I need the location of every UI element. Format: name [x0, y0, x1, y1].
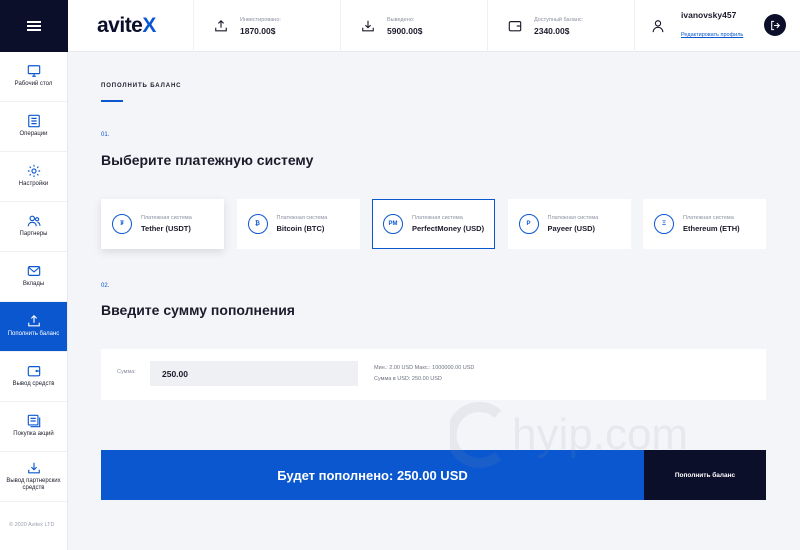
amount-limits: Мин.: 2.00 USD Макс.: 1000000.00 USD Сум…	[374, 363, 474, 385]
sidebar-item-label: Настройки	[18, 181, 49, 188]
payment-label: Платежная система	[683, 215, 734, 221]
payment-name: Tether (USDT)	[141, 224, 191, 233]
amount-input[interactable]	[150, 361, 358, 386]
sidebar-item-label: Партнеры	[19, 231, 48, 238]
payment-label: Платежная система	[141, 215, 192, 221]
amount-label: Сумма:	[117, 369, 136, 375]
step1-title: Выберите платежную систему	[101, 152, 314, 168]
users-icon	[27, 215, 41, 227]
sidebar-item-settings[interactable]: Настройки	[0, 152, 67, 202]
step1-number: 01.	[101, 132, 110, 138]
step2-number: 02.	[101, 283, 110, 289]
sidebar-item-label: Вклады	[22, 281, 45, 288]
payment-label: Платежная система	[412, 215, 463, 221]
payment-name: Ethereum (ETH)	[683, 224, 740, 233]
limits-min-max: Мин.: 2.00 USD Макс.: 1000000.00 USD	[374, 365, 475, 371]
logout-icon	[770, 20, 780, 30]
payment-card-btc[interactable]: ₿ Платежная система Bitcoin (BTC)	[236, 199, 360, 249]
download-icon	[362, 20, 374, 32]
sidebar-item-label: Операции	[19, 131, 48, 138]
sidebar-item-withdraw-partner[interactable]: Вывод партнерских средств	[0, 452, 67, 502]
monitor-icon	[27, 65, 40, 78]
upload-icon	[27, 315, 40, 327]
user-panel: ivanovsky457 Редактировать профиль	[635, 0, 800, 51]
payment-name: PerfectMoney (USD)	[412, 224, 485, 233]
payeer-icon: P	[518, 214, 539, 234]
top-up-submit-button[interactable]: Пополнить баланс	[644, 450, 766, 500]
list-icon	[27, 114, 40, 128]
sidebar-item-label: Вывод партнерских средств	[6, 477, 61, 492]
stat-value: 1870.00$	[240, 25, 276, 36]
payment-card-payeer[interactable]: P Платежная система Payeer (USD)	[507, 199, 631, 249]
amount-panel: Сумма: Мин.: 2.00 USD Макс.: 1000000.00 …	[101, 349, 766, 400]
wallet-icon	[27, 366, 40, 377]
stat-balance: Доступный баланс: 2340.00$	[488, 0, 635, 52]
stat-value: 5900.00$	[387, 25, 423, 36]
stat-value: 2340.00$	[534, 25, 570, 36]
sidebar-item-label: Вывод средств	[12, 381, 55, 388]
limits-usd-sum: Сумма в USD: 250.00 USD	[374, 376, 442, 382]
payment-card-perfectmoney[interactable]: PM Платежная система PerfectMoney (USD)	[372, 199, 495, 249]
sidebar-item-top-up[interactable]: Пополнить баланс	[0, 302, 67, 352]
sidebar-item-buy-shares[interactable]: Покупка акций	[0, 402, 67, 452]
perfectmoney-icon: PM	[383, 214, 403, 234]
stat-label: Доступный баланс:	[534, 16, 584, 23]
logo[interactable]: aviteX	[68, 0, 194, 52]
upload-icon	[215, 19, 227, 32]
total-amount-text: Будет пополнено: 250.00 USD	[277, 467, 468, 483]
username: ivanovsky457	[681, 10, 737, 20]
sidebar-item-dashboard[interactable]: Рабочий стол	[0, 52, 67, 102]
hamburger-menu-button[interactable]	[0, 0, 68, 52]
shares-icon	[27, 414, 40, 428]
user-icon	[652, 19, 664, 32]
mail-icon	[27, 266, 40, 277]
wallet-icon	[508, 21, 522, 32]
header: aviteX Инвестировано: 1870.00$ Выведено:…	[68, 0, 800, 52]
ethereum-icon: Ξ	[654, 214, 674, 234]
copyright: © 2020 Avitex LTD	[9, 522, 55, 528]
edit-profile-link[interactable]: Редактировать профиль	[681, 32, 743, 38]
sidebar-item-deposits[interactable]: Вклады	[0, 252, 67, 302]
section-title: ПОПОЛНИТЬ БАЛАНС	[101, 83, 182, 89]
sidebar-item-label: Пополнить баланс	[7, 331, 60, 338]
sidebar: Рабочий стол Операции Настройки Партнеры…	[0, 0, 68, 550]
logo-accent: X	[142, 14, 156, 37]
payment-card-eth[interactable]: Ξ Платежная система Ethereum (ETH)	[643, 199, 766, 249]
sidebar-item-partners[interactable]: Партнеры	[0, 202, 67, 252]
sidebar-item-operations[interactable]: Операции	[0, 102, 67, 152]
payment-name: Bitcoin (BTC)	[276, 224, 325, 233]
sidebar-item-withdraw[interactable]: Вывод средств	[0, 352, 67, 402]
download-icon	[27, 462, 40, 473]
gear-icon	[27, 165, 40, 178]
step2-title: Введите сумму пополнения	[101, 302, 295, 318]
stat-label: Инвестировано:	[240, 16, 281, 23]
tether-icon: ₮	[112, 214, 132, 234]
payment-card-usdt[interactable]: ₮ Платежная система Tether (USDT)	[101, 199, 224, 249]
stat-label: Выведено:	[387, 16, 415, 23]
logo-main: avite	[97, 14, 143, 37]
logout-button[interactable]	[764, 14, 786, 36]
stat-invested: Инвестировано: 1870.00$	[194, 0, 341, 52]
stat-withdrawn: Выведено: 5900.00$	[341, 0, 488, 52]
hamburger-icon	[27, 21, 41, 31]
section-underline	[101, 100, 123, 102]
sidebar-item-label: Покупка акций	[13, 431, 54, 438]
bitcoin-icon: ₿	[247, 214, 268, 234]
payment-label: Платежная система	[547, 215, 599, 221]
payment-systems: ₮ Платежная система Tether (USDT) ₿ Плате…	[101, 199, 766, 249]
payment-name: Payeer (USD)	[547, 224, 596, 233]
payment-label: Платежная система	[276, 215, 328, 221]
total-bar: Будет пополнено: 250.00 USD	[101, 450, 644, 500]
sidebar-item-label: Рабочий стол	[14, 81, 53, 88]
